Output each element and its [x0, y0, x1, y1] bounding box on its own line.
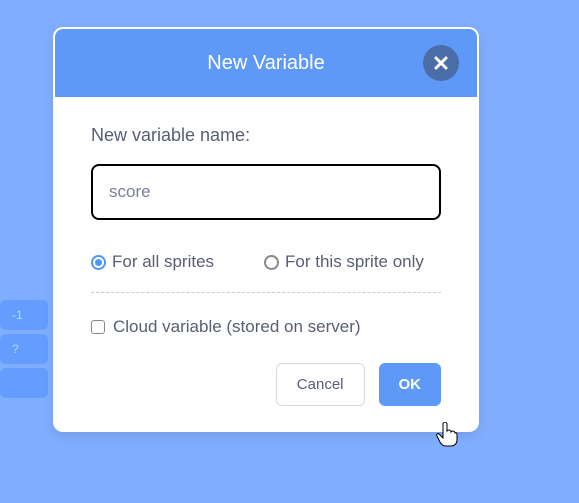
close-button[interactable] [423, 45, 459, 81]
radio-icon [91, 255, 106, 270]
divider [91, 292, 441, 293]
dialog-title: New Variable [207, 52, 324, 75]
bg-block: -1 [0, 300, 48, 330]
dialog-body: New variable name: For all sprites For t… [55, 97, 477, 430]
checkbox-icon [91, 320, 105, 334]
radio-all-sprites[interactable]: For all sprites [91, 252, 214, 272]
radio-this-sprite-only[interactable]: For this sprite only [264, 252, 424, 272]
cancel-button[interactable]: Cancel [276, 363, 365, 406]
variable-name-label: New variable name: [91, 125, 441, 146]
radio-label: For this sprite only [285, 252, 424, 272]
checkbox-label: Cloud variable (stored on server) [113, 317, 361, 337]
radio-icon [264, 255, 279, 270]
close-icon [434, 56, 448, 70]
background-blocks: -1 ? [0, 300, 48, 402]
variable-name-input[interactable] [91, 164, 441, 220]
dialog-buttons: Cancel OK [91, 363, 441, 406]
bg-block: ? [0, 334, 48, 364]
new-variable-dialog: New Variable New variable name: For all … [53, 27, 479, 432]
ok-button[interactable]: OK [379, 363, 442, 406]
dialog-header: New Variable [55, 29, 477, 97]
bg-block [0, 368, 48, 398]
scope-radio-group: For all sprites For this sprite only [91, 252, 441, 272]
radio-label: For all sprites [112, 252, 214, 272]
cloud-variable-checkbox[interactable]: Cloud variable (stored on server) [91, 317, 441, 337]
